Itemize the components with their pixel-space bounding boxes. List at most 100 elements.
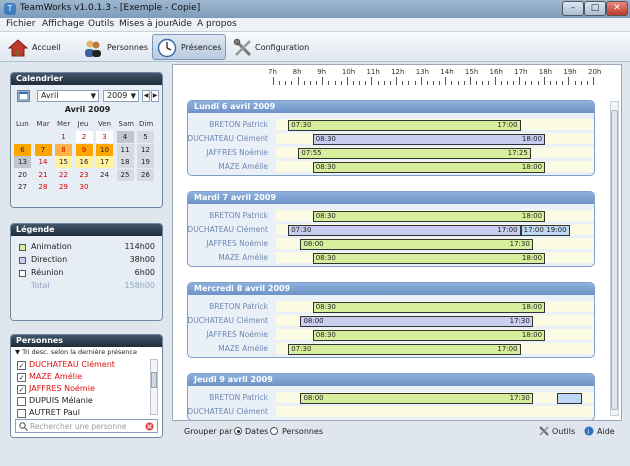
calendar-day[interactable]: 25 bbox=[116, 168, 134, 181]
time-lane[interactable]: 07:30 17:00 bbox=[276, 119, 594, 131]
close-button[interactable]: ✕ bbox=[606, 1, 628, 16]
minimize-button[interactable]: – bbox=[562, 1, 584, 16]
presence-bar[interactable]: 08:00 17:30 bbox=[300, 239, 533, 250]
accueil-button[interactable]: Accueil bbox=[3, 34, 63, 60]
presence-bar[interactable]: 08:30 18:00 bbox=[312, 302, 546, 313]
calendar-day[interactable]: 4 bbox=[116, 131, 134, 143]
help-icon[interactable]: i bbox=[584, 426, 594, 436]
presence-bar[interactable]: 07:30 17:00 bbox=[288, 225, 521, 236]
calendar-day[interactable]: 20 bbox=[14, 169, 31, 181]
calendar-day[interactable]: 21 bbox=[35, 169, 52, 181]
menu-mises-a-jour[interactable]: Mises à jour bbox=[119, 19, 173, 29]
calendar-day[interactable]: 10 bbox=[96, 143, 113, 156]
prev-month-button[interactable]: ◀ bbox=[142, 90, 150, 102]
calendar-day[interactable]: 23 bbox=[76, 169, 93, 181]
sort-label[interactable]: ▼ Tri desc. selon la dernière présence bbox=[15, 348, 137, 356]
calendar-day[interactable]: 9 bbox=[75, 143, 93, 156]
time-lane[interactable]: 08:30 18:00 bbox=[276, 301, 594, 313]
next-month-button[interactable]: ▶ bbox=[151, 90, 159, 102]
presence-bar[interactable]: 08:00 17:30 bbox=[300, 393, 533, 404]
calendar-day[interactable]: 12 bbox=[137, 143, 154, 156]
time-lane[interactable]: 08:00 17:30 bbox=[276, 392, 594, 404]
calendar-day[interactable]: 3 bbox=[96, 131, 113, 143]
month-select[interactable]: Avril ▼ bbox=[37, 90, 99, 102]
calendar-day[interactable]: 29 bbox=[55, 181, 72, 193]
menu-aide[interactable]: Aide bbox=[172, 19, 192, 29]
person-checkbox[interactable]: ✓ bbox=[17, 373, 26, 382]
calendar-day[interactable]: 1 bbox=[55, 131, 72, 143]
calendar-day[interactable]: 15 bbox=[55, 156, 72, 168]
calendar-day[interactable]: 11 bbox=[116, 143, 134, 156]
search-input[interactable]: Rechercher une personne bbox=[30, 422, 126, 431]
menu-affichage[interactable]: Affichage bbox=[42, 19, 84, 29]
presence-bar[interactable]: 07:30 17:00 bbox=[288, 120, 521, 131]
year-select[interactable]: 2009 ▼ bbox=[103, 90, 139, 102]
presence-bar[interactable] bbox=[557, 393, 582, 404]
calendar-day[interactable]: 18 bbox=[116, 156, 134, 168]
time-lane[interactable]: 08:00 17:30 bbox=[276, 315, 594, 327]
calendar-day[interactable]: 22 bbox=[55, 169, 72, 181]
tick-mark bbox=[537, 81, 539, 85]
calendar-day[interactable]: 16 bbox=[75, 156, 93, 168]
search-field[interactable]: Rechercher une personne bbox=[15, 419, 158, 433]
time-lane[interactable]: 07:55 17:25 bbox=[276, 147, 594, 159]
calendar-day[interactable]: 7 bbox=[34, 143, 52, 156]
time-lane[interactable]: 08:30 18:00 bbox=[276, 210, 594, 222]
group-persons-radio[interactable] bbox=[270, 427, 278, 435]
group-dates-label[interactable]: Dates bbox=[245, 427, 268, 436]
bar-end: 18:00 bbox=[521, 303, 543, 311]
presence-bar[interactable]: 17:00 19:00 bbox=[520, 225, 570, 236]
help-button[interactable]: Aide bbox=[597, 427, 615, 436]
calendar-day[interactable]: 14 bbox=[35, 156, 52, 168]
time-lane[interactable]: 08:30 18:00 bbox=[276, 133, 594, 145]
presence-bar[interactable]: 08:30 18:00 bbox=[312, 330, 546, 341]
calendar-day[interactable]: 26 bbox=[137, 168, 154, 181]
presence-bar[interactable]: 08:30 18:00 bbox=[312, 211, 546, 222]
group-dates-radio[interactable] bbox=[234, 427, 242, 435]
time-lane[interactable] bbox=[276, 406, 594, 417]
time-lane[interactable]: 08:30 18:00 bbox=[276, 252, 594, 264]
tools-button[interactable]: Outils bbox=[552, 427, 575, 436]
time-lane[interactable]: 07:30 17:00 17:00 19:00 bbox=[276, 224, 594, 236]
calendar-day[interactable]: 17 bbox=[96, 156, 113, 168]
person-checkbox[interactable]: ✓ bbox=[17, 361, 26, 370]
calendar-day[interactable]: 13 bbox=[14, 156, 31, 168]
calendar-day[interactable]: 30 bbox=[76, 181, 93, 193]
presence-bar[interactable]: 08:30 18:00 bbox=[312, 253, 546, 264]
presence-bar[interactable]: 08:00 17:30 bbox=[300, 316, 533, 327]
group-persons-label[interactable]: Personnes bbox=[282, 427, 323, 436]
person-checkbox[interactable] bbox=[17, 397, 26, 406]
presence-bar[interactable]: 08:30 18:00 bbox=[312, 134, 546, 145]
personnes-button[interactable]: Personnes bbox=[78, 34, 148, 60]
presence-bar[interactable]: 07:55 17:25 bbox=[298, 148, 531, 159]
configuration-button[interactable]: Configuration bbox=[228, 34, 309, 60]
today-button[interactable] bbox=[17, 90, 30, 102]
menu-a-propos[interactable]: A propos bbox=[197, 19, 237, 29]
person-checkbox[interactable] bbox=[17, 409, 26, 418]
time-lane[interactable]: 08:00 17:30 bbox=[276, 238, 594, 250]
person-checkbox[interactable]: ✓ bbox=[17, 385, 26, 394]
person-row: JAFFRES Noémie 08:30 18:00 bbox=[188, 328, 594, 341]
menu-outils[interactable]: Outils bbox=[88, 19, 114, 29]
time-lane[interactable]: 08:30 18:00 bbox=[276, 161, 594, 173]
time-lane[interactable]: 08:30 18:00 bbox=[276, 329, 594, 341]
presence-bar[interactable]: 08:30 18:00 bbox=[312, 162, 546, 173]
clear-search-icon[interactable] bbox=[145, 422, 154, 431]
presences-button[interactable]: Présences bbox=[152, 34, 226, 60]
calendar-day[interactable]: 27 bbox=[14, 181, 31, 193]
calendar-day[interactable]: 6 bbox=[14, 143, 31, 156]
tick-mark bbox=[494, 77, 496, 85]
calendar-day[interactable]: 24 bbox=[96, 169, 113, 181]
persons-scrollbar[interactable] bbox=[150, 359, 158, 415]
presence-bar[interactable]: 07:30 17:00 bbox=[288, 344, 521, 355]
menu-fichier[interactable]: Fichier bbox=[6, 19, 35, 29]
calendar-day[interactable]: 5 bbox=[137, 131, 154, 143]
time-lane[interactable]: 07:30 17:00 bbox=[276, 343, 594, 355]
planning-scrollbar[interactable] bbox=[610, 101, 619, 416]
calendar-day[interactable]: 28 bbox=[35, 181, 52, 193]
calendar-day[interactable]: 8 bbox=[55, 143, 72, 156]
tools-icon[interactable] bbox=[539, 426, 549, 436]
calendar-day[interactable]: 19 bbox=[137, 156, 154, 168]
calendar-day[interactable]: 2 bbox=[75, 131, 93, 143]
maximize-button[interactable]: □ bbox=[584, 1, 606, 16]
